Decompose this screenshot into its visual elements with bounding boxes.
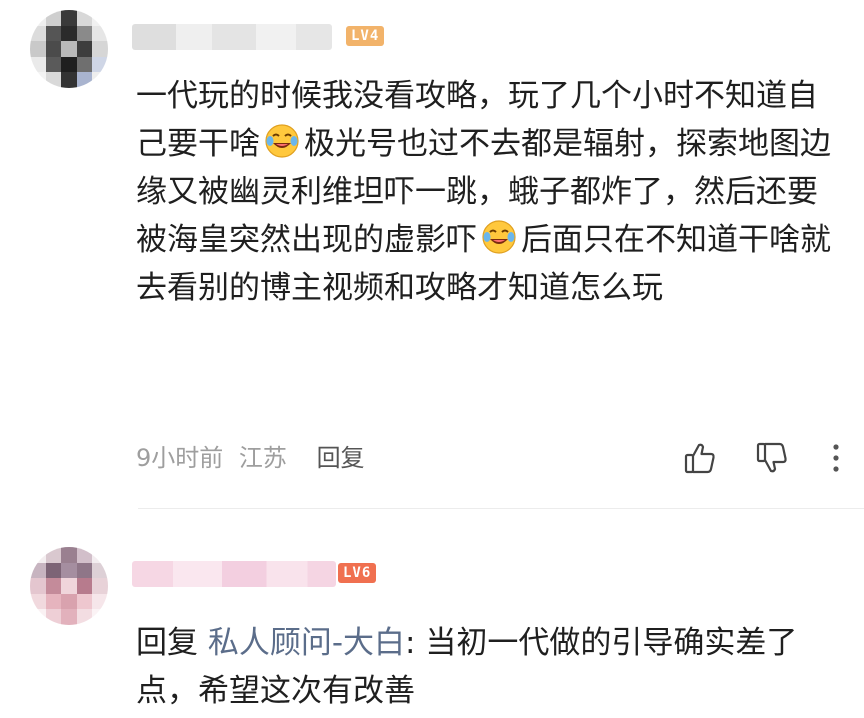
more-options-button[interactable] (826, 438, 846, 478)
comment-meta: 9小时前 江苏 回复 (136, 441, 373, 475)
comment-item: LV4 一代玩的时候我没看攻略，玩了几个小时不知道自己要干啥 极光号也过不去都是辐… (0, 0, 864, 508)
dislike-button[interactable] (752, 438, 792, 478)
comment-location: 江苏 (238, 444, 287, 472)
laughing-crying-emoji-icon (481, 219, 517, 255)
thumbs-down-icon (756, 442, 787, 473)
comment-item: LV6 回复 私人顾问-大白: 当初一代做的引导确实差了点，希望这次有改善 (0, 509, 864, 718)
comment-text: 一代玩的时候我没看攻略，玩了几个小时不知道自己要干啥 极光号也过不去都是辐射，探索… (136, 72, 836, 312)
more-vertical-icon (833, 444, 839, 472)
thumbs-up-icon (684, 443, 715, 474)
comment-time: 9小时前 (136, 444, 224, 472)
laughing-crying-emoji-icon (264, 123, 300, 159)
level-badge: LV6 (338, 563, 377, 583)
reply-prefix: 回复 (136, 625, 198, 661)
avatar[interactable] (30, 547, 108, 625)
reply-button[interactable]: 回复 (317, 444, 365, 472)
avatar[interactable] (30, 10, 108, 88)
comment-text: 回复 私人顾问-大白: 当初一代做的引导确实差了点，希望这次有改善 (136, 619, 836, 715)
level-badge: LV4 (346, 26, 385, 46)
like-button[interactable] (680, 438, 720, 478)
username[interactable] (132, 561, 336, 587)
reply-to-user[interactable]: 私人顾问-大白 (208, 625, 405, 661)
username[interactable] (132, 24, 332, 50)
